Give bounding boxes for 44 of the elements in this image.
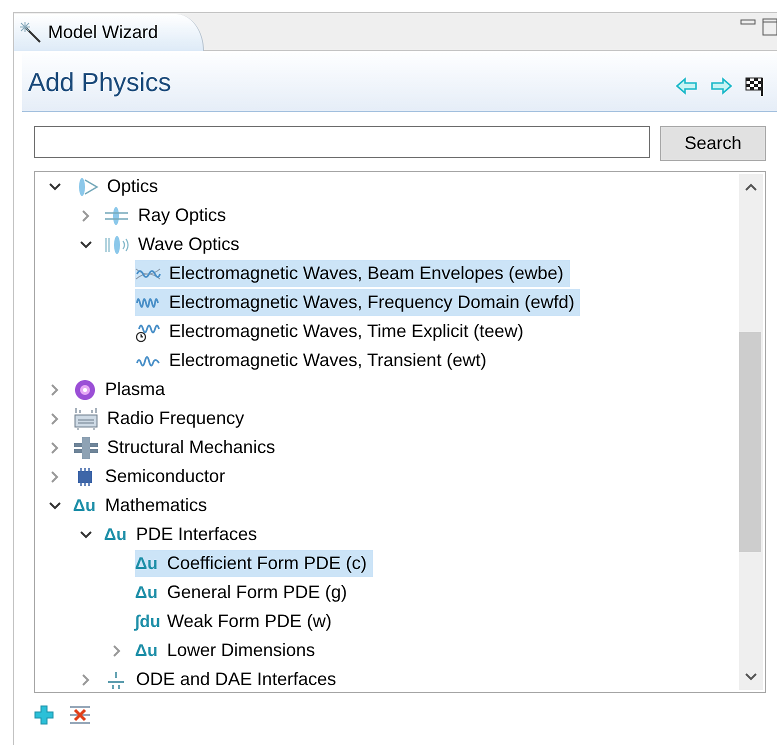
tree-item[interactable]: Electromagnetic Waves, Time Explicit (teew) bbox=[135, 318, 530, 345]
tree-item[interactable]: ∫du Weak Form PDE (w) bbox=[135, 608, 338, 635]
search-button[interactable]: Search bbox=[660, 126, 766, 161]
symbol-icon: Δu bbox=[73, 496, 97, 516]
add-icon[interactable] bbox=[34, 705, 54, 725]
tree-item[interactable]: ODE and DAE Interfaces bbox=[104, 666, 342, 692]
symbol-icon: ∫du bbox=[135, 612, 159, 632]
scroll-thumb[interactable] bbox=[739, 332, 761, 552]
finish-flag-icon[interactable] bbox=[744, 75, 766, 97]
scroll-down-icon[interactable] bbox=[744, 672, 758, 682]
model-wizard-tab[interactable]: Model Wizard bbox=[14, 14, 204, 51]
tree-item[interactable]: Ray Optics bbox=[104, 202, 232, 229]
page-title: Add Physics bbox=[28, 66, 172, 98]
tree-item[interactable]: Δu PDE Interfaces bbox=[104, 521, 264, 548]
magic-wand-icon bbox=[20, 22, 42, 44]
lens-wave-icon bbox=[104, 234, 130, 254]
radio-device-icon bbox=[73, 406, 99, 430]
tree-item[interactable]: Electromagnetic Waves, Transient (ewt) bbox=[135, 347, 492, 374]
symbol-icon: Δu bbox=[135, 582, 159, 602]
symbol-icon: Δu bbox=[104, 524, 128, 544]
tree-item[interactable]: Δu Lower Dimensions bbox=[135, 637, 322, 664]
symbol-icon: Δu bbox=[135, 554, 159, 574]
tree-item[interactable]: Δu General Form PDE (g) bbox=[135, 579, 354, 606]
tree-item[interactable]: Δu Coefficient Form PDE (c) bbox=[135, 550, 373, 577]
search-field[interactable] bbox=[34, 126, 650, 158]
maximize-icon[interactable] bbox=[762, 18, 777, 36]
tree-item[interactable]: Radio Frequency bbox=[73, 405, 250, 432]
tree-item[interactable]: Wave Optics bbox=[104, 231, 246, 258]
remove-list-icon[interactable] bbox=[68, 705, 92, 725]
tree-item[interactable]: Electromagnetic Waves, Beam Envelopes (ewbe) bbox=[135, 260, 570, 287]
lens-icon bbox=[104, 206, 130, 226]
tree-item[interactable]: Δu Mathematics bbox=[73, 492, 214, 519]
tree-item[interactable]: Plasma bbox=[73, 376, 172, 403]
symbol-icon: Δu bbox=[135, 640, 159, 660]
plasma-ball-icon bbox=[73, 378, 97, 400]
forward-arrow-icon[interactable] bbox=[710, 77, 732, 95]
beam-support-icon bbox=[73, 436, 99, 460]
tree-item[interactable]: Optics bbox=[73, 173, 164, 200]
tree-item[interactable]: Semiconductor bbox=[73, 463, 232, 490]
tree-item[interactable]: Structural Mechanics bbox=[73, 434, 282, 461]
tree-item[interactable]: Electromagnetic Waves, Frequency Domain (ewfd) bbox=[135, 289, 580, 316]
back-arrow-icon[interactable] bbox=[676, 77, 698, 95]
scroll-up-icon[interactable] bbox=[744, 182, 758, 192]
scrollbar[interactable] bbox=[739, 174, 763, 690]
